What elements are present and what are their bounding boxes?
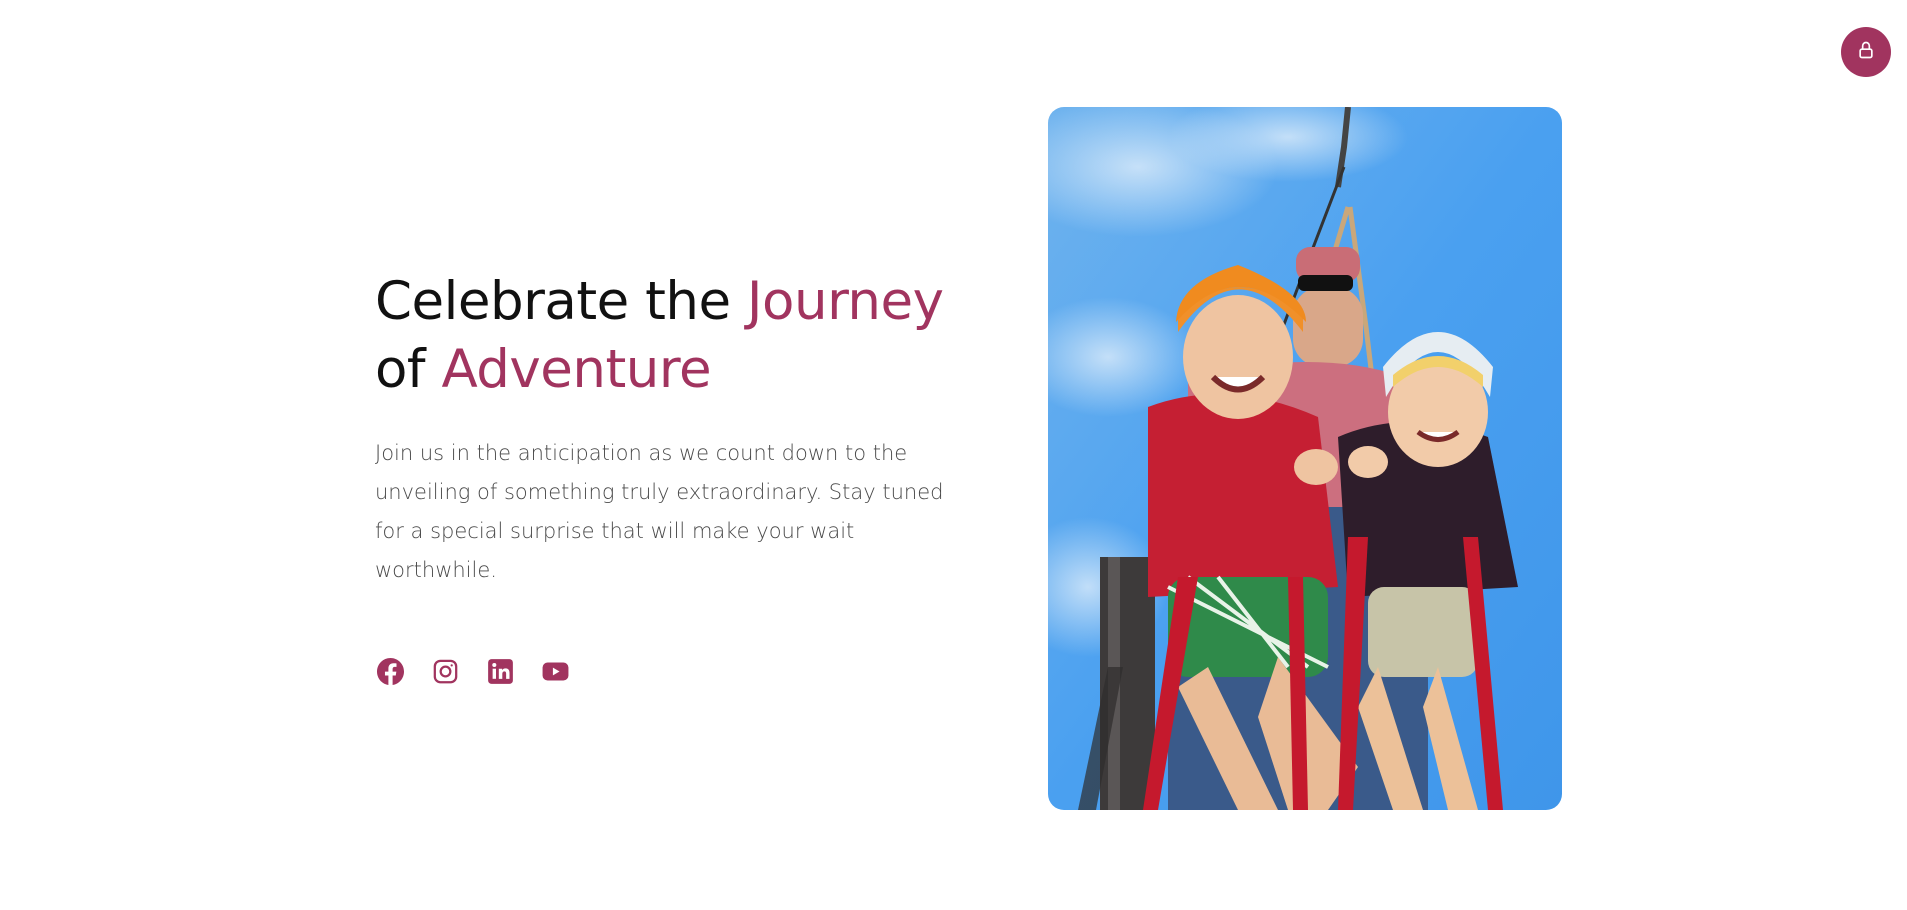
hero-title: Celebrate the Journey of Adventure <box>375 268 975 404</box>
hero-content: Celebrate the Journey of Adventure Join u… <box>375 268 975 687</box>
linkedin-icon <box>487 658 514 689</box>
title-accent-adventure: Adventure <box>441 339 712 400</box>
youtube-icon <box>542 658 569 689</box>
youtube-link[interactable] <box>542 660 569 687</box>
instagram-icon <box>432 658 459 689</box>
social-links <box>377 658 975 689</box>
title-text-1: Celebrate the <box>375 271 747 332</box>
title-text-2: of <box>375 339 442 400</box>
facebook-icon <box>377 658 404 689</box>
hero-image <box>1048 107 1562 810</box>
instagram-link[interactable] <box>432 658 459 689</box>
linkedin-link[interactable] <box>487 658 514 689</box>
title-accent-journey: Journey <box>746 271 944 332</box>
hero-description: Join us in the anticipation as we count … <box>375 441 944 582</box>
lock-button[interactable] <box>1841 27 1891 77</box>
lock-icon <box>1856 40 1876 64</box>
facebook-link[interactable] <box>377 658 404 689</box>
